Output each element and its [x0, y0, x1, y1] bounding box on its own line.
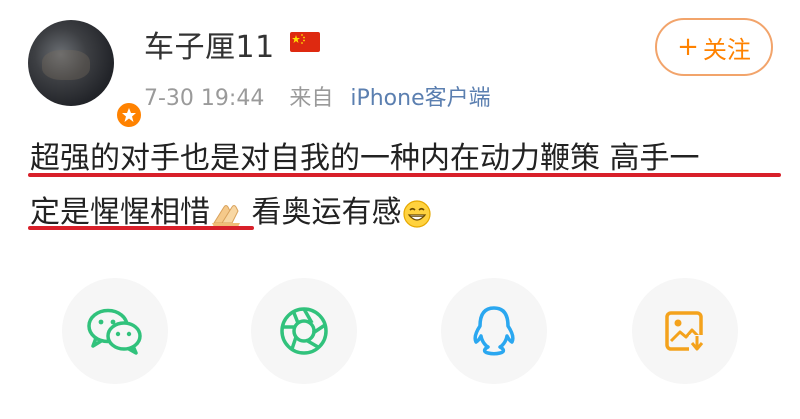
content-line-1: 超强的对手也是对自我的一种内在动力鞭策 高手一 [30, 141, 700, 176]
save-image-icon [665, 311, 705, 351]
grinning-face-emoji [402, 199, 431, 228]
content-line-2: 定是惺惺相惜 看奥运有感 [30, 186, 780, 240]
share-qq-button[interactable] [441, 278, 547, 384]
avatar-photo [28, 20, 114, 106]
post-meta: 7-30 19:44 来自 iPhone客户端 [144, 80, 491, 112]
share-moments-button[interactable] [251, 278, 357, 384]
qq-icon [473, 306, 515, 356]
verified-badge-icon [114, 100, 144, 130]
weibo-post-screen: 车子厘11 7-30 19:44 来自 iPhone客户端 + 关注 超强的对手… [0, 0, 800, 419]
source-prefix: 来自 [289, 86, 334, 111]
author-avatar[interactable] [28, 20, 144, 130]
plus-icon: + [677, 32, 699, 62]
content-line-2-text-b: 看奥运有感 [251, 195, 402, 230]
author-name[interactable]: 车子厘11 [144, 22, 275, 66]
post-timestamp: 7-30 19:44 [144, 86, 265, 111]
moments-icon [280, 307, 328, 355]
follow-button[interactable]: + 关注 [655, 18, 773, 76]
follow-button-label: 关注 [702, 35, 751, 64]
highlight-underline-2 [28, 226, 254, 230]
save-image-button[interactable] [632, 278, 738, 384]
highlight-underline-1 [28, 173, 781, 177]
content-line-2-text-a: 定是惺惺相惜 [30, 195, 210, 230]
folded-hands-emoji [212, 204, 240, 227]
share-bar [0, 278, 800, 384]
share-wechat-button[interactable] [62, 278, 168, 384]
china-flag-icon [290, 32, 320, 52]
wechat-icon [87, 308, 142, 355]
source-client-link[interactable]: iPhone客户端 [350, 86, 490, 111]
post-content: 超强的对手也是对自我的一种内在动力鞭策 高手一 定是惺惺相惜 看奥运有感 [30, 132, 780, 240]
